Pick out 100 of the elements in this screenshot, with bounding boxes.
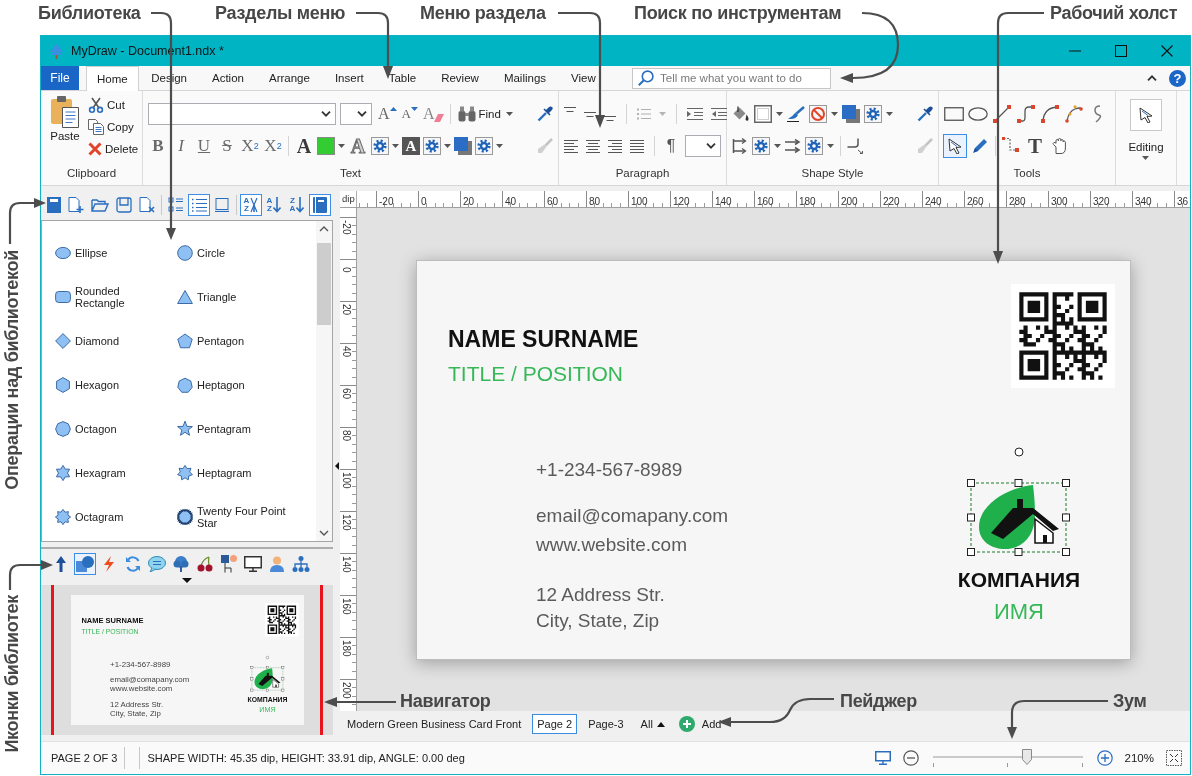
ribbon-tab[interactable]: Insert [322, 66, 377, 90]
ribbon-tab[interactable]: Review [428, 66, 492, 90]
resize-handle[interactable] [967, 548, 975, 556]
caret-down-icon[interactable] [831, 112, 838, 116]
brush-icon[interactable] [787, 106, 805, 122]
align-top-icon[interactable] [564, 107, 576, 112]
shadow-square-icon[interactable] [454, 137, 472, 155]
ribbon-tab[interactable]: Action [199, 66, 257, 90]
new-page-icon[interactable] [68, 196, 84, 213]
double-arrow-icon[interactable] [785, 139, 801, 153]
tool-button[interactable] [943, 134, 967, 158]
caret-down-icon[interactable] [392, 144, 399, 148]
align-right-icon[interactable] [608, 139, 622, 153]
paragraph-mark-button[interactable]: ¶ [665, 137, 677, 155]
no-entry-icon[interactable] [809, 105, 827, 123]
all-pages-button[interactable]: All [640, 718, 665, 730]
contact-text[interactable]: 12 Address Str. [536, 585, 665, 604]
shape-item[interactable]: Pentagon [177, 319, 245, 363]
view-mode-button[interactable] [188, 193, 210, 216]
tool-button[interactable] [1063, 103, 1085, 125]
file-tab[interactable]: File [41, 66, 79, 90]
ribbon-tab[interactable]: Table [376, 66, 429, 90]
gear-icon[interactable] [805, 137, 823, 155]
caret-down-icon[interactable] [338, 144, 345, 148]
add-page-button[interactable]: Add [678, 716, 722, 732]
qr-code-icon[interactable] [1011, 284, 1115, 388]
caret-down-icon[interactable] [496, 144, 503, 148]
ribbon-tab[interactable]: Arrange [256, 66, 323, 90]
shape-item[interactable]: Octagon [55, 407, 117, 451]
paint-bucket-icon[interactable] [732, 106, 750, 122]
delete-page-icon[interactable] [139, 196, 155, 213]
border-square-icon[interactable] [754, 105, 772, 123]
italic-button[interactable]: I [171, 135, 191, 157]
font-color-button[interactable]: A [294, 135, 314, 157]
rotate-handle[interactable] [1014, 447, 1024, 457]
connector-corner-icon[interactable] [847, 138, 863, 154]
resize-handle[interactable] [1062, 548, 1070, 556]
fit-page-icon[interactable] [1166, 750, 1182, 766]
shape-item[interactable]: Rounded Rectangle [55, 275, 155, 319]
gear-icon[interactable] [475, 137, 493, 155]
indent-decrease-icon[interactable] [711, 108, 727, 120]
library-tab[interactable] [218, 553, 240, 575]
tool-button[interactable] [1039, 103, 1061, 125]
find-button[interactable]: Find [457, 106, 513, 122]
scrollbar[interactable] [316, 221, 332, 541]
resize-handle[interactable] [1062, 513, 1070, 522]
search-field[interactable]: Tell me what you want to do [632, 67, 831, 89]
align-bottom-icon[interactable] [604, 116, 616, 121]
resize-handle[interactable] [1014, 548, 1023, 556]
delete-button[interactable]: Delete [88, 138, 139, 160]
company-text[interactable]: КОМПАНИЯ [957, 569, 1081, 590]
caret-down-icon[interactable] [182, 577, 192, 583]
tool-button[interactable] [1015, 103, 1037, 125]
eyedropper-icon[interactable] [537, 106, 553, 122]
zoom-out-icon[interactable] [902, 750, 919, 766]
indent-increase-icon[interactable] [687, 108, 703, 120]
chevron-up-icon[interactable] [319, 226, 329, 232]
shape-item[interactable]: Twenty Four Point Star [177, 495, 297, 539]
copy-button[interactable]: Copy [88, 116, 139, 138]
chevron-down-icon[interactable] [319, 530, 329, 536]
paste-button[interactable]: Paste [46, 94, 84, 164]
gear-icon[interactable] [371, 137, 389, 155]
gear-icon[interactable] [864, 105, 882, 123]
folder-icon[interactable] [91, 196, 109, 213]
monitor-icon[interactable] [874, 751, 891, 765]
scrollbar-thumb[interactable] [317, 243, 331, 325]
tool-button[interactable]: T [1024, 135, 1046, 157]
bold-button[interactable]: B [148, 135, 168, 157]
color-swatch-icon[interactable] [317, 137, 335, 155]
caret-down-icon[interactable] [776, 112, 783, 116]
align-center-icon[interactable] [586, 139, 600, 153]
slider-thumb[interactable] [1022, 749, 1033, 765]
caret-down-icon[interactable] [827, 144, 834, 148]
shape-item[interactable]: Diamond [55, 319, 120, 363]
name-text[interactable]: NAME SURNAME [448, 328, 639, 351]
ribbon-tab[interactable]: Home [86, 66, 139, 91]
caret-down-icon[interactable] [444, 144, 451, 148]
editing-button[interactable]: Editing [1128, 99, 1164, 160]
shape-item[interactable]: Heptagon [177, 363, 245, 407]
sort-button[interactable]: Z A [286, 193, 308, 216]
underline-button[interactable]: U [194, 135, 214, 157]
resize-handle[interactable] [1014, 479, 1023, 487]
chevron-up-icon[interactable] [1147, 75, 1157, 81]
ribbon-tab[interactable]: View [558, 66, 609, 90]
resize-handle[interactable] [1062, 479, 1070, 487]
sort-button[interactable]: A Z [240, 193, 262, 216]
branch-arrows-icon[interactable] [732, 138, 748, 154]
shape-item[interactable]: Circle [177, 231, 226, 275]
zoom-in-icon[interactable] [1096, 750, 1113, 766]
align-middle-icon[interactable] [584, 111, 596, 117]
shape-item[interactable]: Hexagon [55, 363, 120, 407]
caret-down-icon[interactable] [886, 112, 893, 116]
shrink-font-button[interactable]: A [401, 104, 418, 124]
shape-item[interactable]: Heptagram [177, 451, 252, 495]
page-tab[interactable]: Modern Green Business Card Front [342, 714, 527, 734]
page-tab[interactable]: Page 2 [532, 714, 578, 734]
leaf-house-icon[interactable] [979, 485, 1059, 549]
align-left-icon[interactable] [564, 139, 578, 153]
gear-icon[interactable] [752, 137, 770, 155]
cut-button[interactable]: Cut [88, 94, 139, 116]
